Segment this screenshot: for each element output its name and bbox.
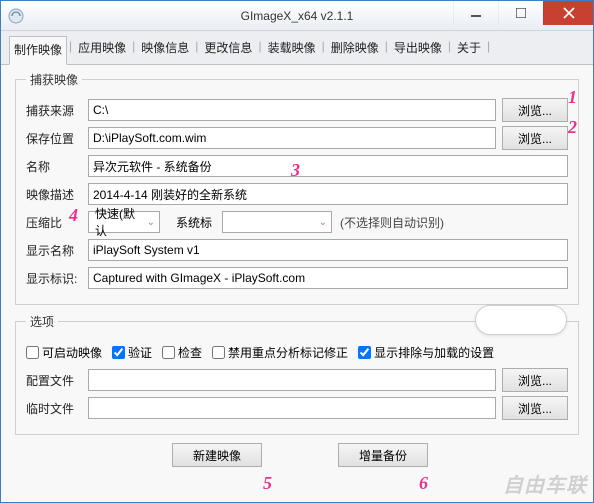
client-area: 捕获映像 捕获来源 浏览... 保存位置 浏览... 名称 映像描述 压缩比 <box>1 65 593 502</box>
show-excl-check[interactable]: 显示排除与加载的设置 <box>358 344 494 361</box>
config-label: 配置文件 <box>26 372 88 389</box>
tab-mount[interactable]: 装载映像 <box>264 35 320 64</box>
annotation-5: 5 <box>263 473 272 494</box>
app-window: GImageX_x64 v2.1.1 制作映像 | 应用映像 | 映像信息 | … <box>0 0 594 503</box>
show-excl-checkbox[interactable] <box>358 346 371 359</box>
dispname-label: 显示名称 <box>26 242 88 259</box>
desc-input[interactable] <box>88 183 568 205</box>
titlebar: GImageX_x64 v2.1.1 <box>1 1 593 31</box>
browse-temp-button[interactable]: 浏览... <box>502 396 568 420</box>
capture-group: 捕获映像 捕获来源 浏览... 保存位置 浏览... 名称 映像描述 压缩比 <box>15 71 579 305</box>
flag-label: 系统标 <box>176 214 212 231</box>
desc-label: 映像描述 <box>26 186 88 203</box>
source-label: 捕获来源 <box>26 102 88 119</box>
name-label: 名称 <box>26 158 88 175</box>
tab-create[interactable]: 制作映像 <box>9 36 67 65</box>
dispmark-label: 显示标识: <box>26 270 88 287</box>
dispmark-input[interactable] <box>88 267 568 289</box>
create-image-button[interactable]: 新建映像 <box>172 443 262 467</box>
annotation-6: 6 <box>419 473 428 494</box>
temp-input[interactable] <box>88 397 496 419</box>
append-image-button[interactable]: 增量备份 <box>338 443 428 467</box>
verify-checkbox[interactable] <box>112 346 125 359</box>
watermark: 自由车联 <box>503 469 587 498</box>
compress-value: 快速(默认 <box>95 205 143 239</box>
tab-info[interactable]: 映像信息 <box>137 35 193 64</box>
source-input[interactable] <box>88 99 496 121</box>
overlay-pill <box>475 305 567 335</box>
check-check[interactable]: 检查 <box>162 344 202 361</box>
app-icon <box>7 7 25 25</box>
compress-combo[interactable]: 快速(默认 ⌄ <box>88 211 160 233</box>
disable-rp-check[interactable]: 禁用重点分析标记修正 <box>212 344 348 361</box>
options-legend: 选项 <box>26 313 58 330</box>
tab-bar: 制作映像 | 应用映像 | 映像信息 | 更改信息 | 装载映像 | 删除映像 … <box>1 31 593 65</box>
close-button[interactable] <box>543 1 593 25</box>
bootable-check[interactable]: 可启动映像 <box>26 344 102 361</box>
browse-config-button[interactable]: 浏览... <box>502 368 568 392</box>
browse-save-button[interactable]: 浏览... <box>502 126 568 150</box>
flag-combo[interactable]: ⌄ <box>222 211 332 233</box>
chevron-down-icon: ⌄ <box>147 217 155 228</box>
check-checkbox[interactable] <box>162 346 175 359</box>
chevron-down-icon: ⌄ <box>319 217 327 228</box>
capture-legend: 捕获映像 <box>26 71 82 88</box>
config-input[interactable] <box>88 369 496 391</box>
compress-label: 压缩比 <box>26 214 88 231</box>
tab-export[interactable]: 导出映像 <box>390 35 446 64</box>
disable-rp-checkbox[interactable] <box>212 346 225 359</box>
bootable-checkbox[interactable] <box>26 346 39 359</box>
flag-hint: (不选择则自动识别) <box>340 214 444 231</box>
tab-delete[interactable]: 删除映像 <box>327 35 383 64</box>
tab-apply[interactable]: 应用映像 <box>74 35 130 64</box>
name-input[interactable] <box>88 155 568 177</box>
maximize-button[interactable] <box>498 1 543 25</box>
window-buttons <box>453 1 593 30</box>
bottom-actions: 新建映像 增量备份 <box>15 443 579 467</box>
save-input[interactable] <box>88 127 496 149</box>
tab-about[interactable]: 关于 <box>453 35 485 64</box>
save-label: 保存位置 <box>26 130 88 147</box>
tab-modify[interactable]: 更改信息 <box>200 35 256 64</box>
browse-source-button[interactable]: 浏览... <box>502 98 568 122</box>
temp-label: 临时文件 <box>26 400 88 417</box>
minimize-button[interactable] <box>453 1 498 25</box>
dispname-input[interactable] <box>88 239 568 261</box>
verify-check[interactable]: 验证 <box>112 344 152 361</box>
